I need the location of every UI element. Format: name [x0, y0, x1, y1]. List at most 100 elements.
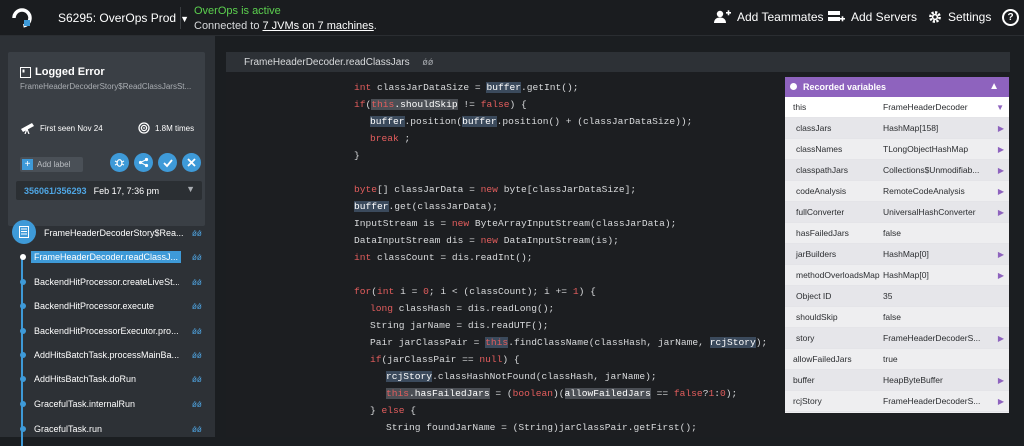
code-line: }	[354, 150, 360, 161]
chevron-up-icon[interactable]: ▲	[989, 77, 999, 97]
variable-name: rcjStory	[793, 396, 822, 406]
chevron-right-icon[interactable]: ▶	[998, 244, 1004, 265]
plus-icon: +	[22, 159, 33, 170]
stack-dot	[20, 328, 26, 334]
chevron-down-icon[interactable]: ▼	[996, 97, 1004, 118]
stack-dot	[20, 401, 26, 407]
bug-icon	[114, 159, 125, 167]
stack-dot	[20, 352, 26, 358]
code-line: String jarName = dis.readUTF();	[370, 320, 549, 331]
variable-name: fullConverter	[796, 207, 845, 217]
variable-row[interactable]: rcjStory FrameHeaderDecoderS... ▶	[785, 391, 1009, 412]
environment-selector[interactable]: S6295: OverOps Prod ▼	[58, 11, 189, 25]
variable-value: TLongObjectHashMap	[883, 144, 969, 154]
stack-frame-label: BackendHitProcessorExecutor.pro...	[34, 326, 179, 336]
stack-frame[interactable]: FrameHeaderDecoderStory$Rea... ǿǿ	[0, 220, 215, 244]
code-line: int classJarDataSize = buffer.getInt();	[354, 82, 579, 93]
glasses-icon[interactable]: ǿǿ	[192, 375, 202, 384]
top-bar: S6295: OverOps Prod ▼ OverOps is active C…	[0, 0, 1024, 36]
variable-row[interactable]: story FrameHeaderDecoderS... ▶	[785, 328, 1009, 349]
stack-frame[interactable]: AddHitsBatchTask.doRun ǿǿ	[0, 369, 215, 389]
chevron-right-icon[interactable]: ▶	[998, 139, 1004, 160]
status-title: OverOps is active	[194, 5, 281, 17]
chevron-right-icon[interactable]: ▶	[998, 328, 1004, 349]
chevron-right-icon[interactable]: ▶	[998, 265, 1004, 286]
settings-button[interactable]: Settings	[928, 10, 991, 24]
variable-row[interactable]: classpathJars Collections$Unmodifiab... ▶	[785, 160, 1009, 181]
variable-row[interactable]: jarBuilders HashMap[0] ▶	[785, 244, 1009, 265]
glasses-icon[interactable]: ǿǿ	[422, 57, 433, 67]
add-label-button[interactable]: + Add label	[20, 157, 83, 172]
variable-row[interactable]: Object ID 35	[785, 286, 1009, 307]
error-card: Logged Error FrameHeaderDecoderStory$Rea…	[8, 52, 205, 226]
glasses-icon[interactable]: ǿǿ	[192, 351, 202, 360]
hide-button[interactable]	[182, 153, 201, 172]
stack-frame-label: FrameHeaderDecoderStory$Rea...	[44, 228, 184, 238]
stack-frame[interactable]: GracefulTask.run ǿǿ	[0, 419, 215, 439]
glasses-icon[interactable]: ǿǿ	[192, 278, 202, 287]
error-title: Logged Error	[35, 66, 105, 78]
stack-frame[interactable]: BackendHitProcessor.createLiveSt... ǿǿ	[0, 272, 215, 292]
variable-name: hasFailedJars	[796, 228, 849, 238]
variable-name: classJars	[796, 123, 832, 133]
stack-dot	[20, 303, 26, 309]
add-servers-button[interactable]: Add Servers	[828, 10, 917, 24]
status-text: Connected to 7 JVMs on 7 machines.	[194, 20, 377, 32]
variable-row[interactable]: allowFailedJars true	[785, 349, 1009, 370]
stack-frame[interactable]: GracefulTask.internalRun ǿǿ	[0, 394, 215, 414]
variable-row[interactable]: methodOverloadsMap HashMap[0] ▶	[785, 265, 1009, 286]
variable-value: 35	[883, 291, 893, 301]
chevron-right-icon[interactable]: ▶	[998, 160, 1004, 181]
stack-frame[interactable]: FrameHeaderDecoder.readClassJ... ǿǿ	[0, 247, 215, 267]
code-line: buffer.position(buffer.position() + (cla…	[370, 116, 693, 127]
stack-frame-label: BackendHitProcessor.execute	[34, 301, 155, 311]
variable-row[interactable]: hasFailedJars false	[785, 223, 1009, 244]
bug-button[interactable]	[110, 153, 129, 172]
stack-frame[interactable]: AddHitsBatchTask.processMainBa... ǿǿ	[0, 345, 215, 365]
glasses-icon[interactable]: ǿǿ	[192, 229, 202, 238]
chevron-right-icon[interactable]: ▶	[998, 370, 1004, 391]
variable-row[interactable]: codeAnalysis RemoteCodeAnalysis ▶	[785, 181, 1009, 202]
stack-dot	[20, 279, 26, 285]
variable-name: story	[796, 333, 815, 343]
stack-dot	[20, 426, 26, 432]
chevron-right-icon[interactable]: ▶	[998, 202, 1004, 223]
variable-row[interactable]: classNames TLongObjectHashMap ▶	[785, 139, 1009, 160]
share-button[interactable]	[134, 153, 153, 172]
chevron-right-icon[interactable]: ▶	[998, 181, 1004, 202]
variable-row[interactable]: fullConverter UniversalHashConverter ▶	[785, 202, 1009, 223]
variable-value: FrameHeaderDecoderS...	[883, 333, 981, 343]
variable-row[interactable]: this FrameHeaderDecoder ▼	[785, 97, 1009, 118]
chevron-right-icon[interactable]: ▶	[998, 118, 1004, 139]
variables-header[interactable]: Recorded variables ▲	[785, 77, 1009, 97]
resolve-button[interactable]	[158, 153, 177, 172]
gear-icon	[929, 11, 941, 23]
glasses-icon[interactable]: ǿǿ	[192, 425, 202, 434]
snapshot-selector[interactable]: 356061/356293 Feb 17, 7:36 pm ▼	[16, 181, 202, 200]
glasses-icon[interactable]: ǿǿ	[192, 400, 202, 409]
glasses-icon[interactable]: ǿǿ	[192, 253, 202, 262]
code-line: buffer.get(classJarData);	[354, 201, 498, 212]
stack-frame[interactable]: BackendHitProcessorExecutor.pro... ǿǿ	[0, 321, 215, 341]
add-teammates-button[interactable]: Add Teammates	[713, 10, 824, 24]
chevron-right-icon[interactable]: ▶	[998, 391, 1004, 412]
target-icon	[138, 122, 150, 134]
logged-error-icon	[20, 66, 31, 78]
variable-row[interactable]: classJars HashMap[158] ▶	[785, 118, 1009, 139]
variable-value: HashMap[158]	[883, 123, 939, 133]
variable-row[interactable]: buffer HeapByteBuffer ▶	[785, 370, 1009, 391]
snapshot-id: 356061/356293	[24, 185, 87, 196]
help-icon[interactable]: ?	[1002, 9, 1019, 26]
glasses-icon[interactable]: ǿǿ	[192, 327, 202, 336]
variable-name: codeAnalysis	[796, 186, 847, 196]
variable-name: classpathJars	[796, 165, 848, 175]
variable-row[interactable]: shouldSkip false	[785, 307, 1009, 328]
divider	[180, 7, 181, 29]
variable-value: false	[883, 228, 901, 238]
glasses-icon[interactable]: ǿǿ	[192, 302, 202, 311]
jvm-link[interactable]: 7 JVMs on 7 machines	[263, 20, 374, 32]
overops-logo-icon[interactable]	[10, 6, 34, 30]
stack-frame[interactable]: BackendHitProcessor.execute ǿǿ	[0, 296, 215, 316]
variable-name: this	[793, 102, 807, 112]
left-panel: Logged Error FrameHeaderDecoderStory$Rea…	[0, 36, 215, 446]
